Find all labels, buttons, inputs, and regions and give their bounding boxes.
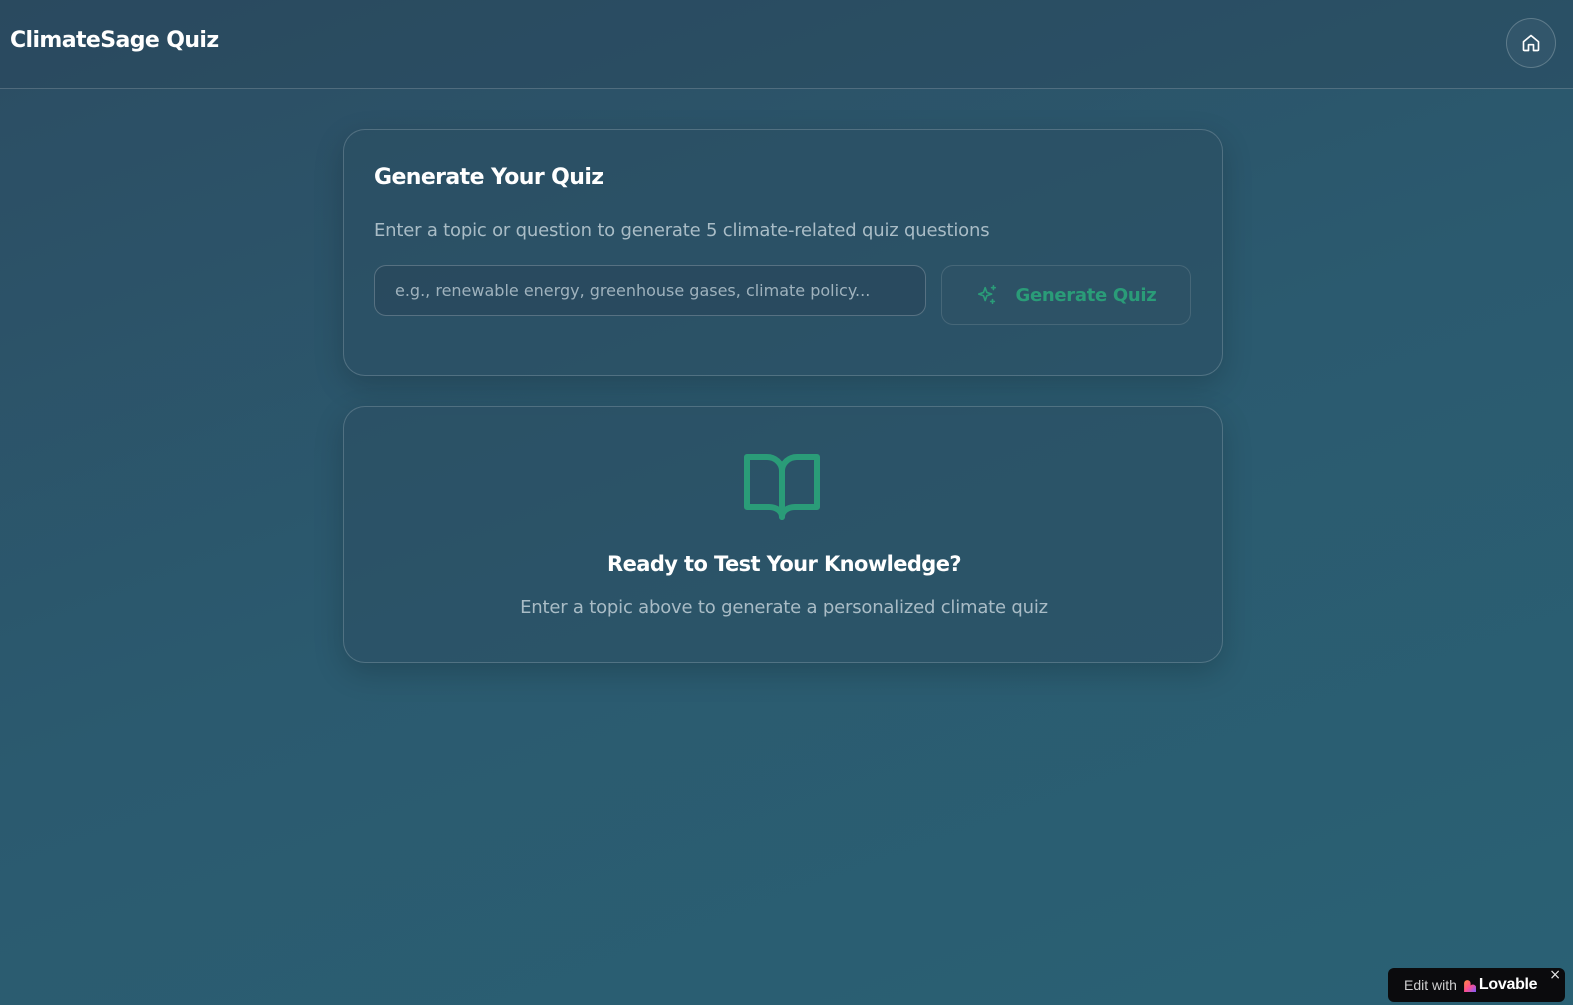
sparkles-icon [977, 285, 996, 305]
generate-quiz-button[interactable]: Generate Quiz [941, 265, 1191, 325]
top-header: ClimateSage Quiz [0, 0, 1573, 89]
edit-with-lovable-badge[interactable]: Edit with Lovable × [1388, 968, 1565, 1002]
generate-quiz-subtitle: Enter a topic or question to generate 5 … [374, 220, 990, 241]
ready-title: Ready to Test Your Knowledge? [607, 552, 962, 576]
lovable-heart-icon [1464, 979, 1476, 992]
ready-subtitle: Enter a topic above to generate a person… [520, 597, 1048, 618]
badge-prefix: Edit with [1404, 977, 1457, 993]
ready-card: Ready to Test Your Knowledge? Enter a to… [343, 406, 1223, 663]
home-icon [1522, 34, 1540, 52]
badge-brand: Lovable [1478, 976, 1538, 993]
home-button[interactable] [1506, 18, 1556, 68]
generate-quiz-label: Generate Quiz [1015, 284, 1157, 306]
badge-close-button[interactable]: × [1549, 968, 1561, 982]
generate-quiz-title: Generate Your Quiz [374, 165, 604, 190]
app-title: ClimateSage Quiz [10, 28, 219, 53]
generate-quiz-card: Generate Your Quiz Enter a topic or ques… [343, 129, 1223, 376]
book-open-icon [744, 454, 820, 520]
topic-input[interactable] [374, 265, 926, 316]
